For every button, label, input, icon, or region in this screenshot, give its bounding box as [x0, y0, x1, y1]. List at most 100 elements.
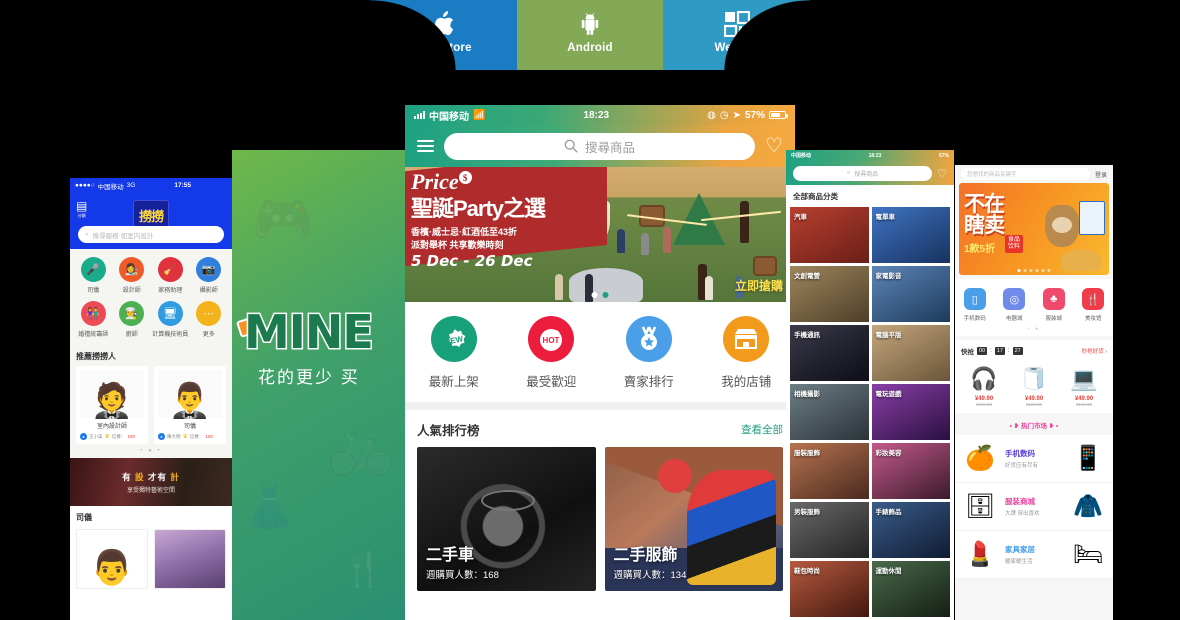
status-bar: 中国移动 18:23 57%: [786, 150, 954, 161]
service-category-item[interactable]: 🎤 司儀: [74, 257, 113, 294]
quick-link-my-shop[interactable]: 我的店铺: [698, 316, 796, 390]
clock-label: 17:55: [174, 182, 191, 189]
mc-card[interactable]: [154, 529, 226, 589]
category-cell[interactable]: 汽車: [790, 207, 869, 263]
category-cell[interactable]: 電玩遊戲: [871, 384, 950, 440]
market-row[interactable]: 🗄 服装商城 大牌 穿出喜欢 🧥: [955, 483, 1113, 531]
category-cell[interactable]: 手機通訊: [790, 325, 869, 381]
hero-banner[interactable]: 不在 瞎卖 1款5折 食品 饮料: [959, 183, 1109, 275]
category-cell[interactable]: 電腦平版: [871, 325, 950, 381]
person-score-label: 信譽：: [111, 433, 126, 439]
search-input[interactable]: ⌕ 搜尋商品: [793, 165, 933, 181]
shop-icon-item[interactable]: 🍴 美妆馆: [1074, 288, 1114, 322]
service-category-item[interactable]: 🧹 家務助理: [151, 257, 190, 294]
ranking-view-all-link[interactable]: 查看全部: [741, 422, 783, 437]
promo-banner[interactable]: Price $ 聖誕Party之選 香檳·威士忌·紅酒低至43折 派對舉杯 共享歡…: [405, 167, 795, 302]
oranges-icon: 🍊: [965, 445, 995, 472]
search-input[interactable]: ⌕ 搜尋服務‧如室内設計: [78, 226, 224, 243]
mc-card[interactable]: 👨: [76, 529, 148, 589]
app-header: 搜尋商品 ♡: [405, 125, 795, 167]
category-cell[interactable]: 家電影音: [871, 266, 950, 322]
category-label: 彩妝美容: [875, 450, 902, 457]
svg-text:NEW: NEW: [444, 334, 465, 347]
quick-link-popular[interactable]: HOT 最受歡迎: [503, 316, 601, 390]
ranking-card-used-clothes[interactable]: 二手服飾 週購買人數：134: [604, 447, 783, 591]
quick-link-seller-rank[interactable]: 賣家排行: [600, 316, 698, 390]
banner-cta-button[interactable]: 立即搶購: [735, 277, 783, 294]
quick-link-newest[interactable]: NEW 最新上架: [405, 316, 503, 390]
hero-tag-bottom: 饮料: [1008, 244, 1021, 250]
hero-carousel-dots[interactable]: [1017, 269, 1051, 272]
tab-android[interactable]: Android: [516, 0, 664, 70]
flash-product[interactable]: 🎧 ¥49.90 ¥112.00: [961, 362, 1007, 407]
shop-icon-item[interactable]: ◎ 电器城: [995, 288, 1035, 322]
favorites-heart-icon[interactable]: ♡: [937, 167, 947, 180]
wine-bottle-icon: [740, 201, 749, 243]
mine-brand-label: MINE: [243, 304, 376, 361]
couple-icon: 👫: [80, 301, 106, 326]
icon-carousel-dots[interactable]: • ●: [955, 326, 1113, 336]
banner-carousel-dots[interactable]: [591, 292, 609, 298]
flash-product[interactable]: 🧻 ¥49.90 ¥112.00: [1011, 362, 1057, 407]
clock-label: 18:23: [868, 152, 882, 159]
shop-icon-row: ▯ 手机数码 ◎ 电器城 ♣ 服装城 🍴 美妆馆: [955, 279, 1113, 326]
login-button[interactable]: 登录: [1095, 170, 1107, 179]
category-cell[interactable]: 服裝服飾: [790, 443, 869, 499]
category-cell[interactable]: 男裝服飾: [790, 502, 869, 558]
ranking-card-used-cars[interactable]: 二手車 週購買人數：168: [417, 447, 596, 591]
category-cell[interactable]: 電單車: [871, 207, 950, 263]
tab-wechat[interactable]: WeChar: [663, 0, 811, 70]
ranking-card-subtitle: 週購買人數：134: [613, 570, 687, 581]
new-badge-icon: NEW: [430, 316, 477, 362]
carousel-dots[interactable]: • ● •: [70, 448, 232, 458]
shop-icon-item[interactable]: ♣ 服装城: [1034, 288, 1074, 322]
category-label: 男裝服飾: [794, 509, 820, 516]
screenshot-stage: App Store Android WeChar ●●●●○ 中国移动 3G 1…: [0, 0, 1180, 620]
hero-food-tag: 食品 饮料: [1005, 235, 1024, 253]
hamburger-menu-icon[interactable]: [417, 137, 434, 155]
service-category-item[interactable]: 📷 攝影師: [190, 257, 229, 294]
categories-title: 全部商品分类: [793, 192, 838, 201]
market-title: 家具家居: [1005, 545, 1035, 554]
category-menu-button[interactable]: ▤ 分類: [76, 199, 87, 219]
hero-discount: 1款5折: [964, 244, 996, 255]
category-cell[interactable]: 相機攝影: [790, 384, 869, 440]
person-card[interactable]: 🤵 室內設計師 ● 王小美 ♛ 信譽： 100: [76, 366, 148, 444]
search-input[interactable]: 您想找的商品关键字: [961, 168, 1090, 180]
service-category-label: 攝影師: [199, 288, 218, 294]
hero-headline: 不在 瞎卖: [964, 194, 1005, 236]
category-cell[interactable]: 鞋包時尚: [790, 561, 869, 617]
mine-brand: MINE: [243, 304, 376, 361]
cosmetics-icon: 🍴: [1082, 288, 1105, 310]
flash-sale-more-link[interactable]: 秒抢好货 ›: [1082, 347, 1107, 355]
promo-word-2: 設: [135, 471, 145, 482]
favorites-heart-icon[interactable]: ♡: [765, 136, 783, 156]
service-category-label: 更多: [202, 332, 215, 338]
flash-product[interactable]: 💻 ¥49.90 ¥112.00: [1061, 362, 1107, 407]
promo-banner[interactable]: 有 設 才有 計 享受獨特藝術空間: [70, 458, 232, 506]
service-category-item[interactable]: 🖥 計算機技術員: [151, 301, 190, 338]
market-row[interactable]: 🍊 手机数码 好货应有尽有 📱: [955, 435, 1113, 483]
product-original-price: ¥112.00: [976, 402, 992, 407]
medal-icon: [625, 316, 672, 362]
market-subtitle: 大牌 穿出喜欢: [1005, 511, 1040, 517]
shop-icon-item[interactable]: ▯ 手机数码: [955, 288, 995, 322]
tab-app-store[interactable]: App Store: [370, 0, 517, 70]
category-cell[interactable]: 運動休閒: [871, 561, 950, 617]
smartphone-icon: 📱: [1073, 445, 1103, 472]
service-category-item[interactable]: ⋯ 更多: [190, 301, 229, 338]
category-cell[interactable]: 彩妝美容: [871, 443, 950, 499]
person-score-label: 信譽：: [189, 433, 204, 439]
person-card[interactable]: 🤵‍♂️ 司儀 ● 陳大明 ♛ 信譽： 100: [154, 366, 226, 444]
quick-link-label: 我的店铺: [721, 375, 772, 389]
shop-icon-label: 手机数码: [963, 316, 986, 322]
market-row[interactable]: 💄 家具家居 暖家暖生活 🛏: [955, 531, 1113, 579]
network-label: 3G: [126, 182, 136, 189]
service-category-item[interactable]: 👫 婚禮統籌師: [74, 301, 113, 338]
service-category-item[interactable]: 👨‍🍳 廚師: [113, 301, 152, 338]
service-category-item[interactable]: 👩‍🎨 設計師: [113, 257, 152, 294]
search-input[interactable]: 搜尋商品: [444, 132, 756, 160]
category-cell[interactable]: 文創電營: [790, 266, 869, 322]
category-cell[interactable]: 手錶飾品: [871, 502, 950, 558]
countdown-seconds: 27: [1012, 347, 1023, 355]
